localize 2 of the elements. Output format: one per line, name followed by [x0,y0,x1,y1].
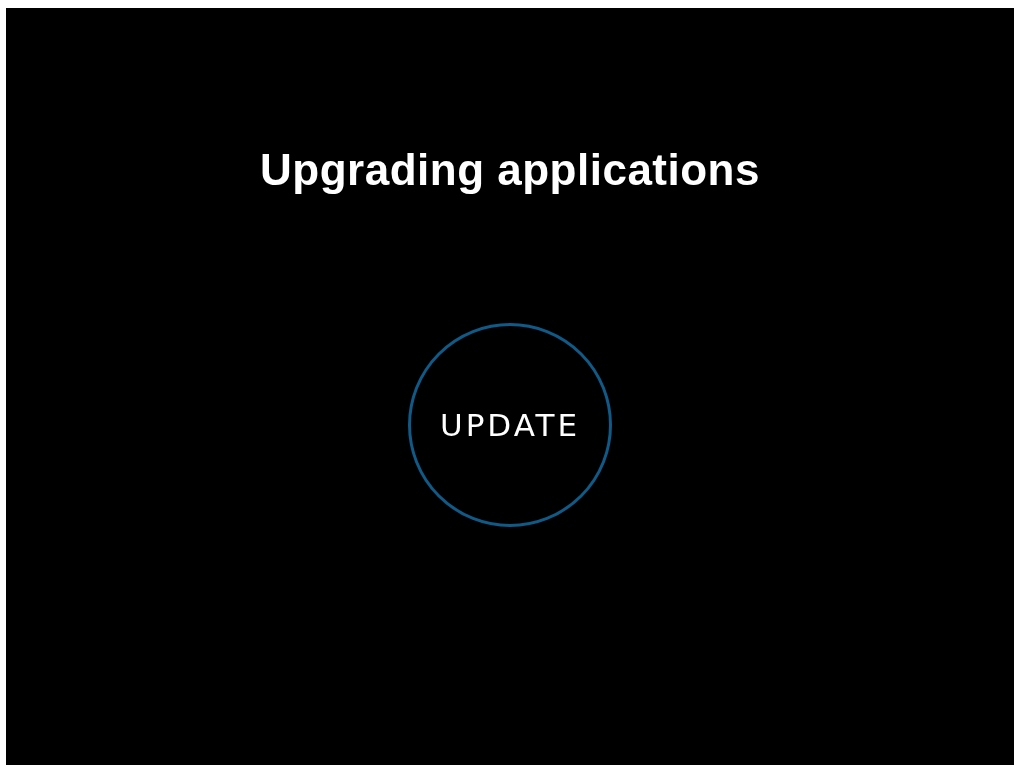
update-ring: UPDATE [408,323,612,527]
screen-title: Upgrading applications [260,144,760,196]
